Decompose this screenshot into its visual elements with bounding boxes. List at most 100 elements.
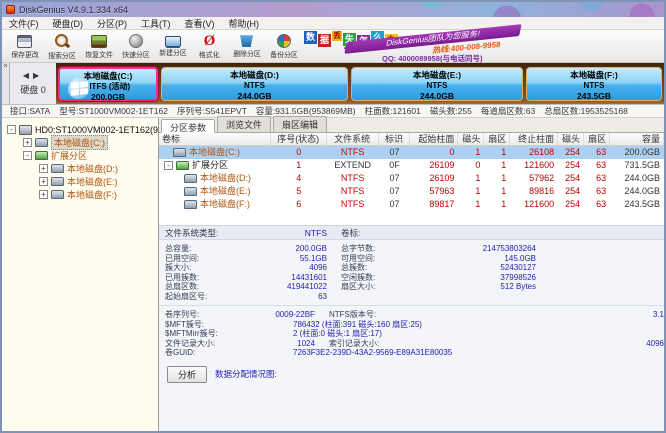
- new-partition-icon: [165, 36, 181, 47]
- menu-view[interactable]: 查看(V): [178, 17, 222, 30]
- delete-partition-button[interactable]: 删除分区: [228, 31, 265, 62]
- drive-icon: [51, 190, 64, 199]
- detail-row: 总容量:200.0GB 总字节数:214753803264: [159, 244, 664, 254]
- ad-banner[interactable]: 数 据 丢 失 怎 么 办 DiskGenius团队为您服务! 热线:400-0…: [304, 30, 554, 63]
- table-row-extended[interactable]: -扩展分区 1 EXTEND 0F 26109 0 1 121600 254 6…: [159, 159, 664, 172]
- disk-sectors-per-track: 每道扇区数:63: [481, 105, 535, 117]
- search-partition-button[interactable]: 搜索分区: [43, 31, 80, 62]
- collapse-icon[interactable]: -: [7, 125, 16, 134]
- collapse-icon[interactable]: -: [23, 151, 32, 160]
- partition-box-d[interactable]: 本地磁盘(D:) NTFS 244.0GB: [161, 67, 348, 101]
- quick-partition-button[interactable]: 快速分区: [117, 31, 154, 62]
- expand-icon[interactable]: +: [39, 190, 48, 199]
- table-header: 卷标 序号(状态) 文件系统 标识 起始柱面 磁头 扇区 终止柱面 磁头 扇区 …: [159, 133, 664, 146]
- menu-disk[interactable]: 硬盘(D): [46, 17, 91, 30]
- save-changes-icon: [17, 35, 32, 48]
- panel-close-strip[interactable]: ×: [2, 63, 10, 104]
- tab-partition-params[interactable]: 分区参数: [161, 119, 215, 133]
- expand-icon[interactable]: +: [39, 177, 48, 186]
- app-logo-icon: [6, 5, 15, 14]
- toolbar: 保存更改 搜索分区 恢复文件 快速分区 新建分区 Ø 格式化 删除分区 备份分区: [2, 30, 664, 63]
- partition-box-c[interactable]: 本地磁盘(C:) NTFS (活动) 200.0GB: [58, 67, 158, 101]
- backup-partition-button[interactable]: 备份分区: [265, 31, 302, 62]
- tree-item-f[interactable]: + 本地磁盘(F:): [2, 188, 158, 201]
- tab-browse-files[interactable]: 浏览文件: [217, 116, 271, 132]
- detail-fs-row: 文件系统类型: NTFS 卷标:: [159, 226, 664, 240]
- drive-icon: [35, 138, 48, 147]
- disk-tree-panel: - HD0:ST1000VM002-1ET162(932GB) + 本地磁盘(C…: [2, 118, 159, 431]
- partition-bar: 本地磁盘(C:) NTFS (活动) 200.0GB 本地磁盘(D:) NTFS…: [56, 63, 664, 104]
- format-icon: Ø: [201, 33, 219, 49]
- main-panel: 分区参数 浏览文件 扇区编辑 卷标 序号(状态) 文件系统 标识 起始柱面 磁头…: [159, 118, 664, 431]
- tree-item-e[interactable]: + 本地磁盘(E:): [2, 175, 158, 188]
- ad-qq: QQ: 4000089958(与电话同号): [382, 53, 482, 64]
- next-disk-icon[interactable]: ▶: [33, 71, 43, 80]
- detail-row-guid: 卷GUID:7263F3E2-239D-43A2-9569-E89A31E800…: [159, 348, 664, 358]
- format-button[interactable]: Ø 格式化: [191, 31, 228, 62]
- tab-bar: 分区参数 浏览文件 扇区编辑: [159, 118, 664, 133]
- expand-icon[interactable]: +: [23, 138, 32, 147]
- table-row-e[interactable]: 本地磁盘(E:) 5 NTFS 07 57963 1 1 89816 254 6…: [159, 185, 664, 198]
- table-row-f[interactable]: 本地磁盘(F:) 6 NTFS 07 89817 1 1 121600 254 …: [159, 198, 664, 211]
- menu-bar: 文件(F) 硬盘(D) 分区(P) 工具(T) 查看(V) 帮助(H): [2, 17, 664, 30]
- tree-item-d[interactable]: + 本地磁盘(D:): [2, 162, 158, 175]
- partition-overview: × ◀▶ 硬盘 0 本地磁盘(C:) NTFS (活动) 200.0GB 本地磁…: [2, 63, 664, 105]
- detail-row: 卷序列号:0009-22BF NTFS版本号:3.1: [159, 310, 664, 320]
- disk-navigator: ◀▶ 硬盘 0: [10, 63, 56, 104]
- menu-help[interactable]: 帮助(H): [222, 17, 267, 30]
- menu-file[interactable]: 文件(F): [2, 17, 46, 30]
- expand-icon[interactable]: +: [39, 164, 48, 173]
- detail-row: 总扇区数:419441022 扇区大小:512 Bytes: [159, 282, 664, 292]
- partition-table: 卷标 序号(状态) 文件系统 标识 起始柱面 磁头 扇区 终止柱面 磁头 扇区 …: [159, 133, 664, 225]
- diskgenius-window: DiskGenius V4.9.1.334 x64 文件(F) 硬盘(D) 分区…: [0, 0, 666, 433]
- delete-partition-icon: [240, 34, 253, 47]
- drive-icon: [51, 177, 64, 186]
- detail-row: 起始扇区号:63: [159, 292, 664, 302]
- detail-row: 已用簇数:14431601 空闲簇数:37998526: [159, 273, 664, 283]
- drive-icon: [184, 200, 197, 209]
- search-partition-icon: [53, 33, 71, 49]
- extended-partition-icon: [35, 151, 48, 160]
- allocation-map-label: 数据分配情况图:: [215, 368, 277, 380]
- disk-label: 硬盘 0: [20, 83, 46, 96]
- drive-icon: [51, 164, 64, 173]
- close-icon[interactable]: ×: [3, 63, 7, 70]
- extended-partition-icon: [176, 161, 189, 170]
- save-changes-button[interactable]: 保存更改: [6, 31, 43, 62]
- window-title: DiskGenius V4.9.1.334 x64: [19, 5, 128, 15]
- table-row-d[interactable]: 本地磁盘(D:) 4 NTFS 07 26109 1 1 57962 254 6…: [159, 172, 664, 185]
- detail-row: 簇大小:4096 总簇数:52430127: [159, 263, 664, 273]
- quick-partition-icon: [129, 34, 143, 48]
- drive-icon: [184, 174, 197, 183]
- table-row-c[interactable]: 本地磁盘(C:) 0 NTFS 07 0 1 1 26108 254 63 20…: [159, 146, 664, 159]
- menu-tools[interactable]: 工具(T): [134, 17, 178, 30]
- menu-partition[interactable]: 分区(P): [90, 17, 134, 30]
- drive-icon: [184, 187, 197, 196]
- title-bar[interactable]: DiskGenius V4.9.1.334 x64: [2, 2, 664, 17]
- partition-details: 文件系统类型: NTFS 卷标: 总容量:200.0GB 总字节数:214753…: [159, 225, 664, 431]
- collapse-icon[interactable]: -: [164, 161, 173, 170]
- tree-item-extended[interactable]: - 扩展分区: [2, 149, 158, 162]
- partition-box-f[interactable]: 本地磁盘(F:) NTFS 243.5GB: [526, 67, 662, 101]
- disk-interface: 接口:SATA: [10, 105, 50, 117]
- recover-files-icon: [91, 35, 107, 48]
- recover-files-button[interactable]: 恢复文件: [80, 31, 117, 62]
- backup-partition-icon: [277, 34, 291, 48]
- tree-item-c[interactable]: + 本地磁盘(C:): [2, 136, 158, 149]
- detail-row: $MFTMirr簇号:2 (柱面:0 磁头:1 扇区:17): [159, 329, 664, 339]
- disk-heads: 磁头数:255: [430, 105, 472, 117]
- analyze-button[interactable]: 分析: [167, 366, 207, 383]
- harddisk-icon: [19, 125, 32, 135]
- new-partition-button[interactable]: 新建分区: [154, 31, 191, 62]
- detail-row: 文件记录大小:1024 索引记录大小:4096: [159, 339, 664, 349]
- detail-row: 已用空间:55.1GB 可用空间:145.0GB: [159, 254, 664, 264]
- disk-total-sectors: 总扇区数:1953525168: [544, 105, 628, 117]
- tab-sector-edit[interactable]: 扇区编辑: [273, 116, 327, 132]
- disk-info-bar: 接口:SATA 型号:ST1000VM002-1ET162 序列号:S541EP…: [2, 105, 664, 118]
- partition-box-e[interactable]: 本地磁盘(E:) NTFS 244.0GB: [351, 67, 523, 101]
- drive-icon: [173, 148, 186, 157]
- disk-cylinders: 柱面数:121601: [365, 105, 421, 117]
- prev-disk-icon[interactable]: ◀: [23, 71, 33, 80]
- disk-model: 型号:ST1000VM002-1ET162: [59, 105, 168, 117]
- detail-row: $MFT簇号:786432 (柱面:391 磁头:160 扇区:25): [159, 320, 664, 330]
